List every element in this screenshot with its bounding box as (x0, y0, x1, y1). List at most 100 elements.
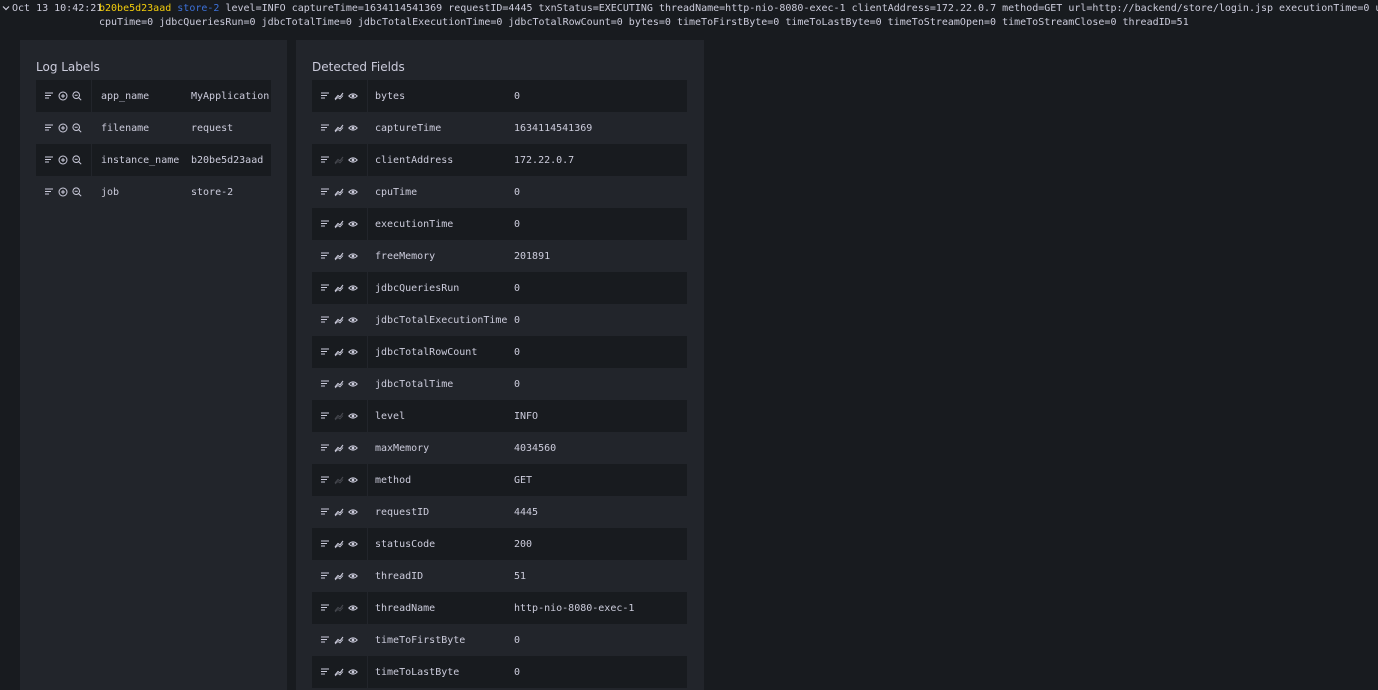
toggle-visibility-icon[interactable] (348, 283, 358, 293)
field-value: 0 (514, 218, 521, 230)
field-value: 51 (514, 570, 527, 582)
toggle-visibility-icon[interactable] (348, 219, 358, 229)
stats-graph-icon[interactable] (334, 443, 344, 453)
field-value: http-nio-8080-exec-1 (514, 602, 635, 614)
stats-graph-icon[interactable] (334, 251, 344, 261)
toggle-visibility-icon[interactable] (348, 347, 358, 357)
row-actions (312, 251, 372, 261)
stats-graph-icon[interactable] (334, 283, 344, 293)
field-value: 4445 (514, 506, 539, 518)
filter-out-value-icon[interactable] (72, 91, 82, 101)
filter-out-value-icon[interactable] (72, 155, 82, 165)
row-actions (36, 187, 96, 197)
field-row: timeToLastByte 0 (312, 656, 687, 688)
field-value: 200 (514, 538, 533, 550)
stats-graph-icon[interactable] (334, 635, 344, 645)
row-actions (312, 571, 372, 581)
toggle-visibility-icon[interactable] (348, 91, 358, 101)
field-row: level INFO (312, 400, 687, 432)
stats-graph-icon[interactable] (334, 507, 344, 517)
field-value: 0 (514, 90, 521, 102)
field-key: statusCode (375, 538, 436, 550)
details-lines-icon (320, 443, 330, 453)
field-row: executionTime 0 (312, 208, 687, 240)
filter-for-value-icon[interactable] (58, 155, 68, 165)
stats-graph-icon[interactable] (334, 379, 344, 389)
field-row: cpuTime 0 (312, 176, 687, 208)
row-actions (312, 667, 372, 677)
toggle-visibility-icon[interactable] (348, 379, 358, 389)
toggle-visibility-icon[interactable] (348, 315, 358, 325)
stats-graph-icon[interactable] (334, 667, 344, 677)
toggle-visibility-icon[interactable] (348, 123, 358, 133)
log-labels-list: app_name MyApplication filename request inst… (36, 80, 271, 208)
label-value: MyApplication (191, 90, 270, 102)
toggle-visibility-icon[interactable] (348, 603, 358, 613)
stats-graph-icon (334, 411, 344, 421)
field-key: timeToFirstByte (375, 634, 466, 646)
log-message-continued: cpuTime=0 jdbcQueriesRun=0 jdbcTotalTime… (99, 17, 1189, 28)
stats-graph-icon[interactable] (334, 123, 344, 133)
filter-out-value-icon[interactable] (72, 123, 82, 133)
stats-graph-icon[interactable] (334, 219, 344, 229)
field-row: timeToFirstByte 0 (312, 624, 687, 656)
stats-graph-icon[interactable] (334, 347, 344, 357)
field-value: INFO (514, 410, 539, 422)
log-line[interactable]: Oct 13 10:42:21 b20be5d23aad store-2 lev… (0, 2, 1378, 32)
field-key: threadName (375, 602, 436, 614)
field-value: 201891 (514, 250, 551, 262)
filter-out-value-icon[interactable] (72, 187, 82, 197)
field-key: jdbcTotalRowCount (375, 346, 478, 358)
detected-fields-title: Detected Fields (312, 60, 405, 74)
field-value: 0 (514, 186, 521, 198)
log-timestamp: Oct 13 10:42:21 (12, 3, 103, 14)
field-row: requestID 4445 (312, 496, 687, 528)
field-value: 0 (514, 666, 521, 678)
toggle-visibility-icon[interactable] (348, 475, 358, 485)
details-lines-icon (320, 187, 330, 197)
details-lines-icon (44, 155, 54, 165)
toggle-visibility-icon[interactable] (348, 507, 358, 517)
stats-graph-icon[interactable] (334, 539, 344, 549)
field-value: 172.22.0.7 (514, 154, 575, 166)
field-value: 0 (514, 314, 521, 326)
label-row: instance_name b20be5d23aad (36, 144, 271, 176)
label-row: filename request (36, 112, 271, 144)
stats-graph-icon[interactable] (334, 571, 344, 581)
row-actions (312, 443, 372, 453)
stats-graph-icon[interactable] (334, 187, 344, 197)
field-row: bytes 0 (312, 80, 687, 112)
toggle-visibility-icon[interactable] (348, 251, 358, 261)
toggle-visibility-icon[interactable] (348, 539, 358, 549)
details-lines-icon (44, 123, 54, 133)
toggle-visibility-icon[interactable] (348, 187, 358, 197)
stats-graph-icon[interactable] (334, 315, 344, 325)
label-row: app_name MyApplication (36, 80, 271, 112)
stats-graph-icon[interactable] (334, 91, 344, 101)
field-key: freeMemory (375, 250, 436, 262)
toggle-visibility-icon[interactable] (348, 667, 358, 677)
toggle-visibility-icon[interactable] (348, 443, 358, 453)
details-lines-icon (320, 123, 330, 133)
toggle-visibility-icon[interactable] (348, 571, 358, 581)
field-value: GET (514, 474, 533, 486)
row-actions (36, 91, 96, 101)
details-lines-icon (320, 251, 330, 261)
field-key: maxMemory (375, 442, 430, 454)
details-lines-icon (320, 379, 330, 389)
toggle-visibility-icon[interactable] (348, 411, 358, 421)
row-actions (312, 91, 372, 101)
filter-for-value-icon[interactable] (58, 187, 68, 197)
chevron-down-icon[interactable] (2, 3, 10, 17)
details-lines-icon (320, 475, 330, 485)
filter-for-value-icon[interactable] (58, 123, 68, 133)
filter-for-value-icon[interactable] (58, 91, 68, 101)
details-lines-icon (320, 571, 330, 581)
log-job-label: store-2 (177, 3, 220, 14)
row-actions (312, 219, 372, 229)
details-lines-icon (320, 91, 330, 101)
toggle-visibility-icon[interactable] (348, 635, 358, 645)
toggle-visibility-icon[interactable] (348, 155, 358, 165)
stats-graph-icon (334, 603, 344, 613)
row-actions (36, 155, 96, 165)
